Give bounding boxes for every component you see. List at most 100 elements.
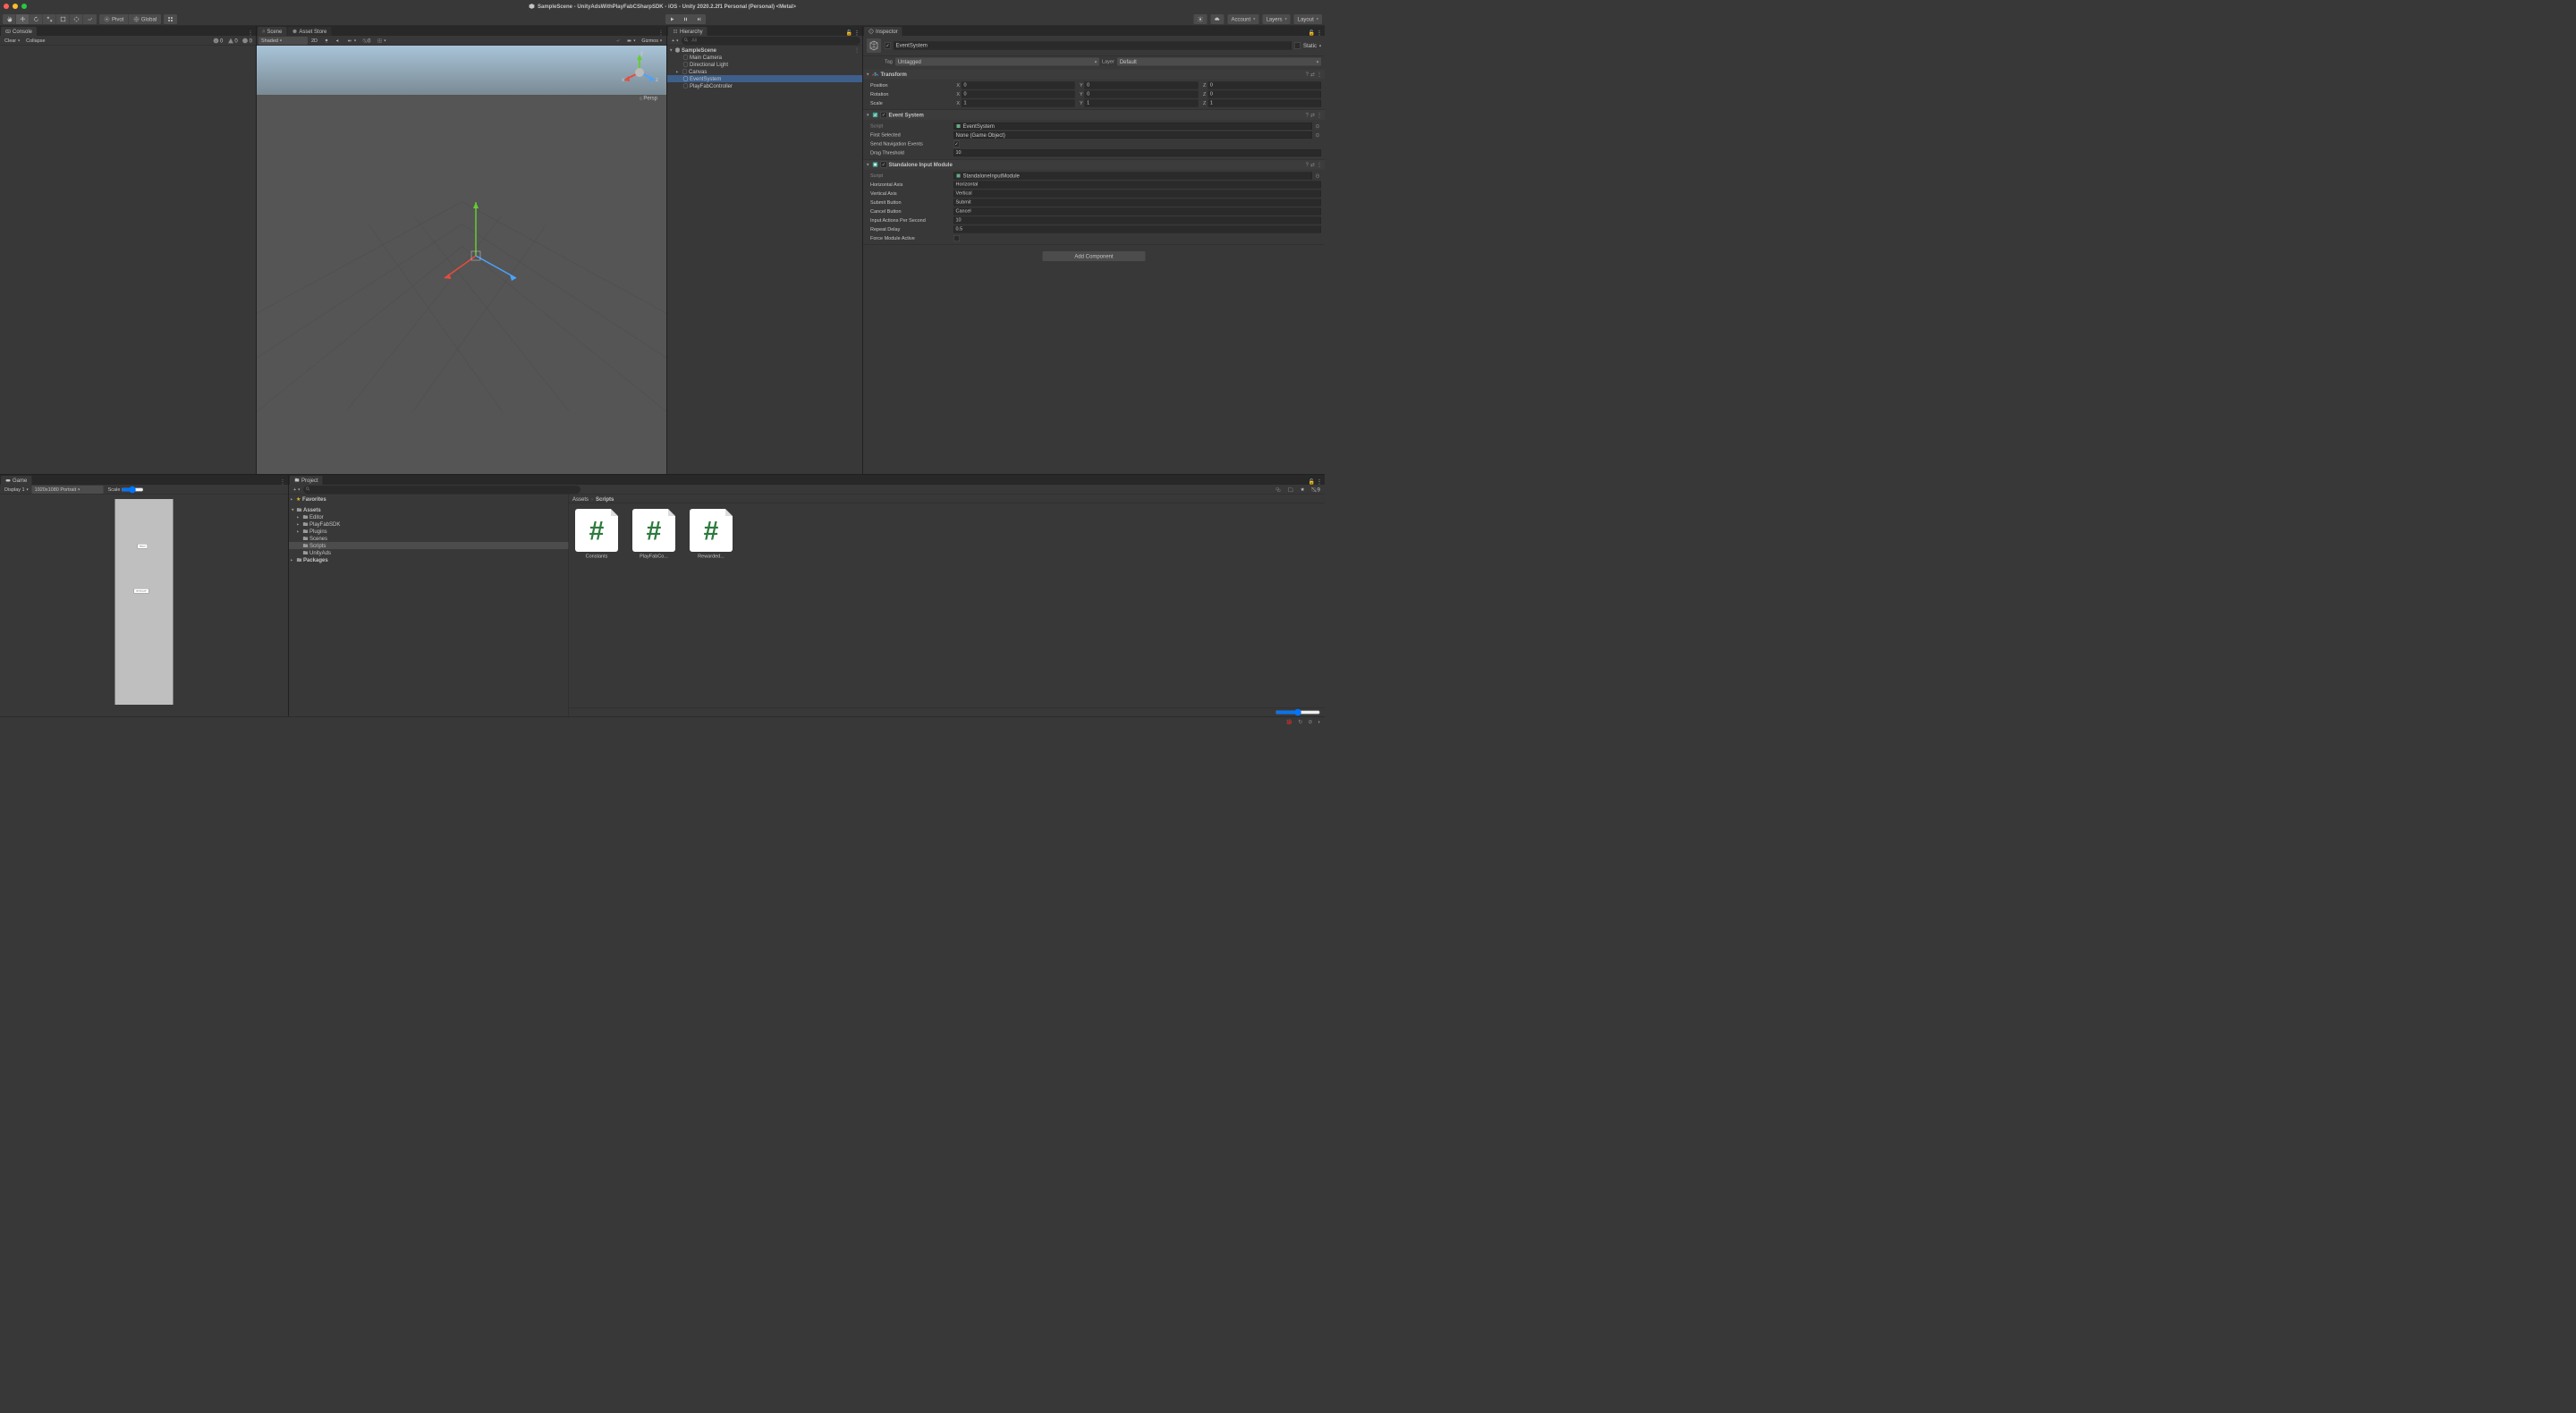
console-options[interactable]: ⋮ bbox=[245, 30, 256, 36]
hierarchy-item-eventsystem[interactable]: EventSystem bbox=[667, 75, 862, 82]
console-clear[interactable]: Clear bbox=[2, 37, 22, 45]
project-tab[interactable]: Project bbox=[290, 476, 323, 485]
asset-constants[interactable]: #Constants bbox=[574, 509, 619, 559]
move-gizmo[interactable] bbox=[427, 162, 561, 296]
send-nav-checkbox[interactable] bbox=[953, 141, 960, 148]
scale-y[interactable]: 1 bbox=[1085, 100, 1199, 107]
gameobject-name[interactable]: EventSystem bbox=[894, 42, 1292, 50]
collab-button[interactable] bbox=[1194, 14, 1208, 24]
game-viewport[interactable]: Reload Get Reward!! bbox=[0, 495, 288, 716]
gameobject-icon[interactable] bbox=[867, 38, 881, 53]
move-tool[interactable] bbox=[16, 14, 30, 24]
add-component-button[interactable]: Add Component bbox=[1043, 251, 1146, 261]
status-cache-icon[interactable]: ⊘ bbox=[1308, 718, 1312, 724]
first-selected-field[interactable]: None (Game Object) bbox=[953, 131, 1312, 139]
scene-shading[interactable]: Shaded bbox=[258, 37, 308, 45]
hierarchy-item-canvas[interactable]: ▸Canvas bbox=[667, 68, 862, 75]
console-tab[interactable]: Console bbox=[1, 27, 37, 36]
folder-scenes[interactable]: Scenes bbox=[289, 535, 569, 542]
layout-dropdown[interactable]: Layout bbox=[1294, 14, 1322, 24]
h-axis-field[interactable]: Horizontal bbox=[953, 182, 1321, 189]
gameobject-active[interactable] bbox=[885, 43, 891, 49]
hierarchy-lock[interactable]: 🔓 bbox=[846, 30, 852, 36]
console-collapse[interactable]: Collapse bbox=[23, 37, 47, 45]
hierarchy-item-camera[interactable]: Main Camera bbox=[667, 54, 862, 61]
rotation-z[interactable]: 0 bbox=[1208, 91, 1321, 98]
hierarchy-search[interactable]: All bbox=[682, 37, 860, 45]
rotation-x[interactable]: 0 bbox=[962, 91, 1075, 98]
status-progress-icon[interactable]: ◐ bbox=[1318, 718, 1321, 724]
layers-dropdown[interactable]: Layers bbox=[1262, 14, 1290, 24]
folder-unityads[interactable]: UnityAds bbox=[289, 549, 569, 556]
game-options[interactable]: ⋮ bbox=[277, 478, 288, 485]
cancel-field[interactable]: Cancel bbox=[953, 208, 1321, 216]
hierarchy-options[interactable]: ⋮ bbox=[854, 30, 860, 36]
orientation-gizmo[interactable]: x y z bbox=[617, 50, 662, 95]
position-x[interactable]: 0 bbox=[962, 82, 1075, 89]
folder-plugins[interactable]: ▸Plugins bbox=[289, 528, 569, 535]
folder-editor[interactable]: ▸Editor bbox=[289, 513, 569, 520]
inputmodule-header[interactable]: ▼ Standalone Input Module ?⇄⋮ bbox=[863, 160, 1325, 170]
project-filter-type[interactable] bbox=[1273, 486, 1284, 494]
project-options[interactable]: ⋮ bbox=[1317, 478, 1322, 485]
inspector-options[interactable]: ⋮ bbox=[1317, 30, 1322, 36]
hand-tool[interactable] bbox=[3, 14, 16, 24]
game-resolution[interactable]: 1920x1080 Portrait bbox=[32, 486, 104, 494]
scene-root[interactable]: ▼SampleScene⋮ bbox=[667, 47, 862, 54]
scene-tab[interactable]: #Scene bbox=[258, 27, 286, 36]
scene-grid[interactable] bbox=[374, 37, 388, 45]
game-tab[interactable]: Game bbox=[1, 476, 31, 485]
scene-2d[interactable]: 2D bbox=[309, 37, 320, 45]
help-icon[interactable]: ? bbox=[1306, 162, 1309, 168]
step-button[interactable] bbox=[692, 14, 706, 24]
position-y[interactable]: 0 bbox=[1085, 82, 1199, 89]
object-picker[interactable]: ⊙ bbox=[1314, 173, 1321, 179]
scene-tools[interactable] bbox=[612, 37, 623, 45]
menu-icon[interactable]: ⋮ bbox=[1317, 112, 1322, 118]
position-z[interactable]: 0 bbox=[1208, 82, 1321, 89]
eventsystem-enabled[interactable] bbox=[880, 112, 886, 118]
transform-header[interactable]: ▼ Transform ?⇄⋮ bbox=[863, 70, 1325, 80]
object-picker[interactable]: ⊙ bbox=[1314, 123, 1321, 130]
menu-icon[interactable]: ⋮ bbox=[1317, 72, 1322, 78]
breadcrumb-assets[interactable]: Assets bbox=[572, 495, 589, 502]
rotation-y[interactable]: 0 bbox=[1085, 91, 1199, 98]
drag-threshold-field[interactable]: 10 bbox=[953, 149, 1321, 157]
window-minimize[interactable] bbox=[13, 4, 18, 9]
hierarchy-tab[interactable]: Hierarchy bbox=[668, 27, 708, 36]
inspector-tab[interactable]: iInspector bbox=[864, 27, 902, 36]
scene-hidden[interactable]: 0 bbox=[360, 37, 373, 45]
transform-tool[interactable] bbox=[70, 14, 83, 24]
eventsystem-header[interactable]: ▼ Event System ?⇄⋮ bbox=[863, 110, 1325, 120]
preset-icon[interactable]: ⇄ bbox=[1310, 162, 1315, 168]
inspector-lock[interactable]: 🔓 bbox=[1309, 30, 1315, 36]
help-icon[interactable]: ? bbox=[1306, 112, 1309, 118]
cloud-button[interactable] bbox=[1211, 14, 1224, 24]
scene-audio[interactable] bbox=[333, 37, 343, 45]
status-bug-icon[interactable]: 🐞 bbox=[1286, 718, 1292, 724]
project-filter-label[interactable] bbox=[1285, 486, 1297, 494]
scene-options[interactable]: ⋮ bbox=[656, 30, 666, 36]
object-picker[interactable]: ⊙ bbox=[1314, 132, 1321, 139]
scale-tool[interactable] bbox=[43, 14, 56, 24]
project-search[interactable] bbox=[303, 486, 580, 494]
asset-store-tab[interactable]: Asset Store bbox=[287, 27, 331, 36]
window-close[interactable] bbox=[4, 4, 9, 9]
game-display[interactable]: Display 1 bbox=[2, 486, 31, 494]
menu-icon[interactable]: ⋮ bbox=[1317, 162, 1322, 168]
project-hidden[interactable]: 9 bbox=[1309, 486, 1323, 494]
global-toggle[interactable]: Global bbox=[129, 14, 161, 24]
force-checkbox[interactable] bbox=[953, 235, 960, 241]
tag-dropdown[interactable]: Untagged bbox=[895, 58, 1099, 66]
console-info-count[interactable]: i0 bbox=[211, 38, 225, 44]
repeat-field[interactable]: 0.5 bbox=[953, 226, 1321, 233]
hierarchy-item-playfab[interactable]: PlayFabController bbox=[667, 82, 862, 89]
favorites-folder[interactable]: ▸★ Favorites bbox=[289, 495, 569, 503]
play-button[interactable] bbox=[665, 14, 679, 24]
packages-folder[interactable]: ▸Packages bbox=[289, 556, 569, 563]
asset-rewarded[interactable]: #Rewarded... bbox=[689, 509, 733, 559]
preset-icon[interactable]: ⇄ bbox=[1310, 72, 1315, 78]
pause-button[interactable] bbox=[679, 14, 692, 24]
project-favorite[interactable]: ★ bbox=[1298, 486, 1308, 494]
inputmodule-enabled[interactable] bbox=[880, 162, 886, 168]
